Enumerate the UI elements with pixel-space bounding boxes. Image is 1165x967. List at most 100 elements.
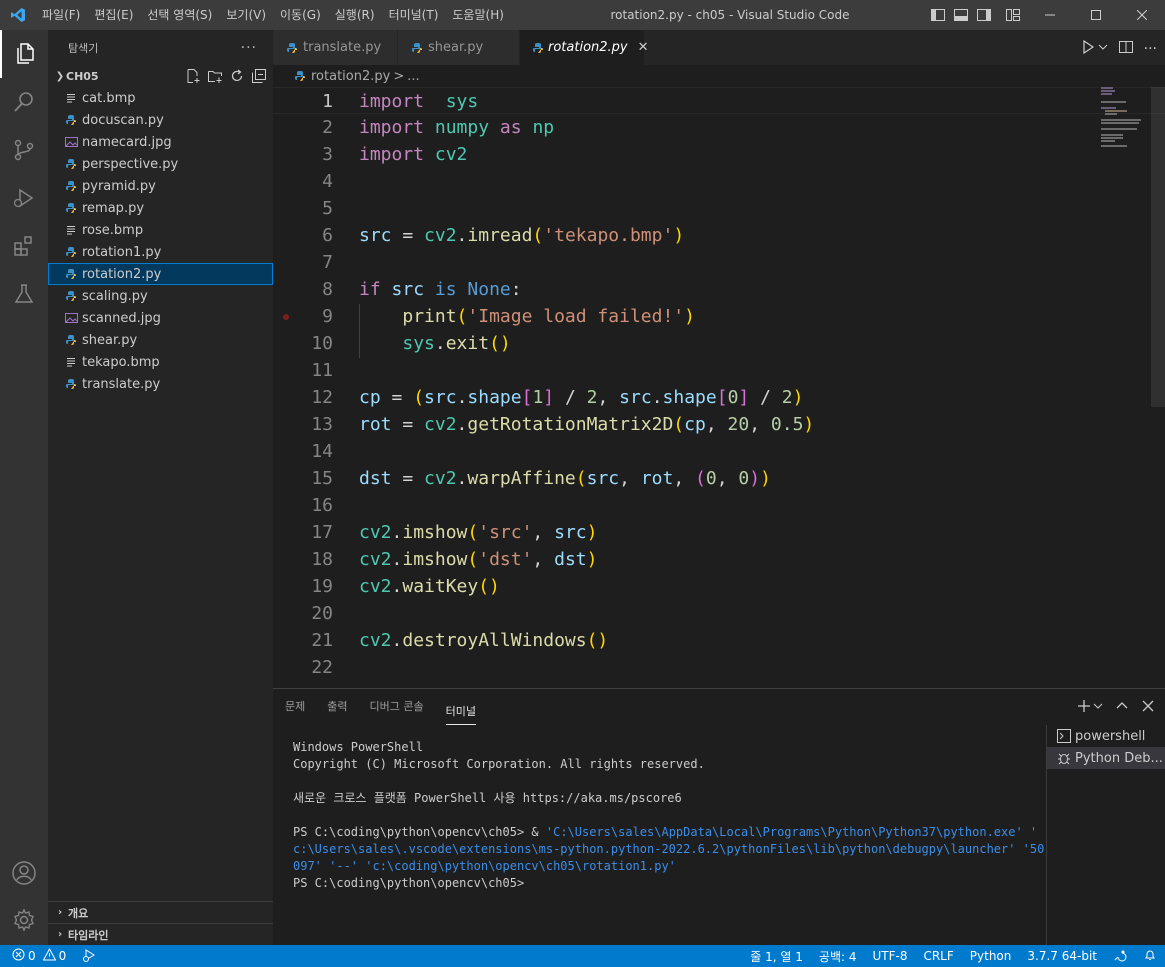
terminal-item-python-debug[interactable]: Python Deb...: [1047, 747, 1165, 769]
cursor-position[interactable]: 줄 1, 열 1: [750, 948, 803, 965]
terminal-item-powershell[interactable]: powershell: [1047, 725, 1165, 747]
language-mode[interactable]: Python: [970, 949, 1012, 963]
timeline-section[interactable]: › 타임라인: [48, 923, 273, 945]
code-token: rot: [359, 414, 392, 435]
file-item[interactable]: translate.py: [48, 373, 273, 395]
code-line: 9 print('Image load failed!'): [273, 303, 1165, 330]
tab-rotation2[interactable]: rotation2.py ✕: [520, 30, 649, 65]
file-item[interactable]: scaling.py: [48, 285, 273, 307]
folder-ch05[interactable]: ❯ CH05: [48, 65, 273, 87]
feedback-icon[interactable]: [1113, 948, 1127, 965]
maximize-panel-icon[interactable]: [1115, 698, 1129, 717]
file-item[interactable]: rotation1.py: [48, 241, 273, 263]
collapse-all-icon[interactable]: [251, 68, 267, 87]
breadcrumb-file[interactable]: rotation2.py: [311, 69, 390, 84]
code-token: ): [749, 468, 761, 489]
run-dropdown-chevron-icon[interactable]: [1098, 39, 1108, 59]
menu-view[interactable]: 보기(V): [219, 0, 273, 30]
tab-translate[interactable]: translate.py: [273, 30, 398, 65]
minimize-button[interactable]: [1027, 0, 1073, 30]
python-file-icon: [64, 289, 78, 303]
file-item[interactable]: rotation2.py: [48, 263, 273, 285]
file-item[interactable]: scanned.jpg: [48, 307, 273, 329]
run-file-icon[interactable]: [1080, 39, 1096, 59]
split-editor-icon[interactable]: [1118, 39, 1134, 59]
encoding[interactable]: UTF-8: [872, 949, 907, 963]
code-token: 1: [532, 387, 544, 408]
refresh-icon[interactable]: [229, 68, 245, 87]
customize-layout-icon[interactable]: [1005, 7, 1021, 27]
toggle-panel-icon[interactable]: [953, 7, 969, 27]
file-item[interactable]: rose.bmp: [48, 219, 273, 241]
code-editor[interactable]: 1 import sys 2 import numpy as np 3 import cv…: [273, 87, 1165, 688]
tab-terminal[interactable]: 터미널: [445, 699, 476, 725]
outline-section[interactable]: › 개요: [48, 901, 273, 923]
extensions-icon[interactable]: [0, 222, 48, 270]
python-interpreter[interactable]: 3.7.7 64-bit: [1027, 949, 1097, 963]
search-icon[interactable]: [0, 78, 48, 126]
tab-debug-console[interactable]: 디버그 콘솔: [370, 689, 424, 725]
file-item[interactable]: pyramid.py: [48, 175, 273, 197]
minimap[interactable]: [1101, 87, 1151, 147]
explorer-more-button[interactable]: ···: [241, 40, 257, 56]
close-window-button[interactable]: [1119, 0, 1165, 30]
debug-launch-icon[interactable]: [82, 948, 96, 965]
indentation[interactable]: 공백: 4: [819, 948, 857, 965]
editor-scrollbar[interactable]: [1151, 87, 1165, 407]
menu-file[interactable]: 파일(F): [35, 0, 87, 30]
code-text: import cv2: [359, 141, 467, 168]
file-name: rotation2.py: [82, 266, 162, 282]
file-item[interactable]: namecard.jpg: [48, 131, 273, 153]
menu-edit[interactable]: 편집(E): [87, 0, 140, 30]
code-token: ): [803, 414, 815, 435]
testing-icon[interactable]: [0, 270, 48, 318]
code-token: :: [510, 279, 522, 300]
close-panel-icon[interactable]: [1141, 698, 1155, 717]
file-item[interactable]: cat.bmp: [48, 87, 273, 109]
code-token: ): [586, 522, 598, 543]
explorer-icon[interactable]: [0, 30, 48, 78]
file-item[interactable]: docuscan.py: [48, 109, 273, 131]
code-token: .: [391, 576, 403, 597]
code-line: 14: [273, 438, 1165, 465]
tab-problems[interactable]: 문제: [285, 689, 305, 725]
code-token: 0: [705, 468, 717, 489]
breadcrumb-symbols[interactable]: ...: [407, 69, 419, 84]
terminal-icon: [1057, 729, 1071, 743]
menu-run[interactable]: 실행(R): [328, 0, 382, 30]
code-text: src = cv2.imread('tekapo.bmp'): [359, 222, 684, 249]
file-item[interactable]: shear.py: [48, 329, 273, 351]
code-text: sys.exit(): [359, 330, 510, 357]
tab-shear[interactable]: shear.py: [398, 30, 520, 65]
line-number: 3: [322, 144, 333, 165]
toggle-sidebar-icon[interactable]: [930, 7, 946, 27]
menu-go[interactable]: 이동(G): [273, 0, 328, 30]
settings-gear-icon[interactable]: [0, 896, 48, 944]
problems-status[interactable]: 0 0: [12, 947, 66, 964]
toggle-secondary-sidebar-icon[interactable]: [976, 7, 992, 27]
menu-selection[interactable]: 선택 영역(S): [140, 0, 219, 30]
file-item[interactable]: tekapo.bmp: [48, 351, 273, 373]
menu-terminal[interactable]: 터미널(T): [382, 0, 446, 30]
source-control-icon[interactable]: [0, 126, 48, 174]
close-tab-icon[interactable]: ✕: [638, 40, 649, 55]
file-item[interactable]: remap.py: [48, 197, 273, 219]
new-terminal-icon[interactable]: [1077, 698, 1091, 717]
end-of-line[interactable]: CRLF: [923, 949, 953, 963]
account-icon[interactable]: [0, 849, 48, 897]
new-file-icon[interactable]: [185, 68, 201, 87]
notifications-bell-icon[interactable]: [1143, 948, 1157, 965]
file-item[interactable]: perspective.py: [48, 153, 273, 175]
code-text: rot = cv2.getRotationMatrix2D(cp, 20, 0.…: [359, 411, 814, 438]
terminal-output[interactable]: Windows PowerShell Copyright (C) Microsof…: [293, 739, 1044, 892]
more-actions-icon[interactable]: ···: [1144, 41, 1157, 57]
new-folder-icon[interactable]: [207, 68, 223, 87]
menu-help[interactable]: 도움말(H): [445, 0, 511, 30]
terminal-dropdown-chevron-icon[interactable]: [1093, 698, 1103, 717]
run-debug-icon[interactable]: [0, 174, 48, 222]
tab-output[interactable]: 출력: [327, 689, 347, 725]
maximize-button[interactable]: [1073, 0, 1119, 30]
bmp-file-icon: [64, 223, 78, 237]
